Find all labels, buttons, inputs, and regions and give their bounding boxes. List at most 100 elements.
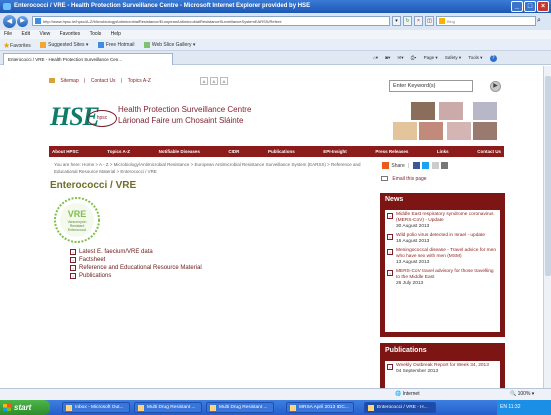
favorite-suggested-sites[interactable]: Suggested Sites ▾	[40, 39, 88, 51]
page-menu[interactable]: Page ▾	[424, 55, 438, 60]
safety-menu[interactable]: Safety ▾	[445, 55, 461, 60]
search-go-button[interactable]: ▶	[490, 81, 501, 92]
print-icon[interactable]: ⎙▾	[411, 55, 417, 60]
keyword-search-input[interactable]: Enter Keyword(s)	[389, 80, 473, 92]
publications-title: Publications	[385, 347, 427, 354]
nav-press-releases[interactable]: Press Releases	[375, 149, 408, 154]
nav-topics-az[interactable]: Topics A-Z	[107, 149, 130, 154]
twitter-icon[interactable]	[422, 162, 430, 169]
close-button[interactable]: ×	[537, 1, 549, 12]
header-photo-collage	[393, 102, 501, 142]
task-label: Enterococci / VRE - H...	[377, 405, 428, 410]
nav-epi-insight[interactable]: EPI-Insight	[323, 149, 347, 154]
feeds-icon[interactable]: ◙▾	[385, 55, 390, 60]
live-search-icon[interactable]: ◫	[425, 16, 434, 26]
resource-links: › Latest E. faecium/VRE data › Factsheet ›…	[70, 248, 202, 280]
link-reference-material[interactable]: › Reference and Educational Resource Mate…	[70, 264, 202, 271]
publication-item[interactable]: › Weekly Outbreak Report for Week 34, 201…	[387, 363, 498, 375]
link-publications[interactable]: › Publications	[70, 272, 202, 279]
vre-logo-big: VRE	[68, 209, 87, 219]
email-share-icon[interactable]	[431, 162, 439, 169]
hse-logo: HSE hpsc	[50, 102, 117, 132]
internet-explorer-icon	[368, 405, 374, 411]
arrow-box-icon: ›	[387, 364, 393, 370]
help-icon[interactable]: ?	[489, 55, 497, 62]
nav-publications[interactable]: Publications	[268, 149, 295, 154]
menu-file[interactable]: File	[4, 31, 12, 37]
news-item[interactable]: › MERS-CoV travel advisory for those trav…	[387, 269, 498, 287]
link-factsheet[interactable]: › Factsheet	[70, 256, 202, 263]
news-item[interactable]: › Middle East respiratory syndrome corona…	[387, 212, 498, 230]
tools-menu[interactable]: Tools ▾	[468, 55, 482, 60]
address-dropdown-icon[interactable]: ▾	[392, 16, 401, 26]
menu-edit[interactable]: Edit	[21, 31, 30, 37]
favorites-bar: ★ Favorites Suggested Sites ▾ Free Hotma…	[0, 39, 551, 51]
forward-icon[interactable]: ▶	[17, 16, 28, 27]
stop-icon[interactable]: ×	[414, 16, 423, 26]
photo-person	[473, 102, 497, 120]
task-outlook[interactable]: Inbox - Microsoft Out...	[62, 402, 130, 413]
text-size-large[interactable]: A	[220, 77, 228, 85]
text-size-small[interactable]: A	[200, 77, 208, 85]
task-enterococci-browser[interactable]: Enterococci / VRE - H...	[364, 402, 436, 413]
tab-enterococci-vre[interactable]: Enterococci / VRE - Health Protection Su…	[3, 53, 173, 65]
zoom-control[interactable]: 🔍 100% ▾	[510, 389, 534, 400]
share-label[interactable]: Share	[391, 163, 404, 169]
favorite-label: Web Slice Gallery ▾	[151, 42, 196, 48]
hotmail-icon	[97, 42, 104, 48]
publications-list: › Weekly Outbreak Report for Week 34, 201…	[385, 361, 500, 388]
nav-contact-us[interactable]: Contact Us	[477, 149, 501, 154]
nav-links[interactable]: Links	[437, 149, 449, 154]
topics-az-link[interactable]: Topics A-Z	[128, 78, 151, 84]
menu-tools[interactable]: Tools	[90, 31, 102, 37]
task-multi-drug-2[interactable]: Multi Drug Resistant ...	[206, 402, 274, 413]
menu-help[interactable]: Help	[111, 31, 121, 37]
tray-clock: EN 11:32	[500, 404, 521, 410]
start-label: start	[14, 403, 32, 412]
back-icon[interactable]: ◀	[3, 15, 16, 28]
pdf-icon	[290, 405, 296, 411]
email-this-page[interactable]: Email this page	[381, 176, 427, 182]
task-mrsa-report[interactable]: MRSA April 2013 IDC...	[286, 402, 354, 413]
text-size-medium[interactable]: A	[210, 77, 218, 85]
vertical-scrollbar[interactable]	[543, 66, 551, 388]
home-icon[interactable]: ⌂▾	[373, 55, 378, 60]
breadcrumb: You are here: Home > A - Z > Microbiolog…	[54, 162, 361, 174]
navigation-bar: ◀ ▶ http://www.hpsc.ie/hpsc/A-Z/Microbio…	[0, 13, 551, 30]
favorite-free-hotmail[interactable]: Free Hotmail	[97, 39, 135, 51]
minimize-button[interactable]: _	[511, 1, 523, 12]
news-list: › Middle East respiratory syndrome corona…	[385, 210, 500, 332]
favorite-web-slice[interactable]: Web Slice Gallery ▾	[143, 39, 196, 51]
nav-cidr[interactable]: CIDR	[228, 149, 239, 154]
news-item[interactable]: › Meningococcal disease - Travel advice f…	[387, 248, 498, 266]
refresh-icon[interactable]: ↻	[403, 16, 412, 26]
email-this-page-label: Email this page	[392, 176, 427, 182]
print-page-icon[interactable]	[441, 162, 448, 169]
separator: |	[84, 78, 86, 84]
share-icon	[382, 162, 389, 169]
nav-about-hpsc[interactable]: About HPSC	[52, 149, 79, 154]
news-item-date: 16 August 2013	[396, 239, 430, 244]
link-latest-vre-data[interactable]: › Latest E. faecium/VRE data	[70, 248, 202, 255]
search-icon[interactable]: ⌕	[537, 16, 547, 26]
task-label: Multi Drug Resistant ...	[219, 405, 268, 410]
menu-view[interactable]: View	[39, 31, 50, 37]
news-item-date: 30 August 2013	[396, 224, 430, 229]
news-item-text: Meningococcal disease - Travel advice fo…	[396, 248, 496, 259]
address-bar[interactable]: http://www.hpsc.ie/hpsc/A-Z/Microbiology…	[32, 16, 390, 26]
task-multi-drug-1[interactable]: Multi Drug Resistant ...	[134, 402, 202, 413]
nav-notifiable-diseases[interactable]: Notifiable Diseases	[159, 149, 200, 154]
photo-person	[473, 122, 497, 140]
sitemap-link[interactable]: Sitemap	[60, 78, 78, 84]
news-item[interactable]: › Wild polio virus detected in Israel - u…	[387, 233, 498, 245]
facebook-icon[interactable]	[412, 162, 420, 169]
favorite-label: Free Hotmail	[105, 42, 135, 48]
maximize-button[interactable]: □	[524, 1, 536, 12]
photo-person	[411, 102, 435, 120]
menu-favorites[interactable]: Favorites	[60, 31, 81, 37]
mail-icon[interactable]: ✉▾	[398, 55, 404, 60]
search-input[interactable]: Bing	[436, 16, 536, 26]
scrollbar-thumb[interactable]	[545, 76, 551, 276]
contact-us-link[interactable]: Contact Us	[91, 78, 116, 84]
start-button[interactable]: start	[0, 400, 50, 415]
